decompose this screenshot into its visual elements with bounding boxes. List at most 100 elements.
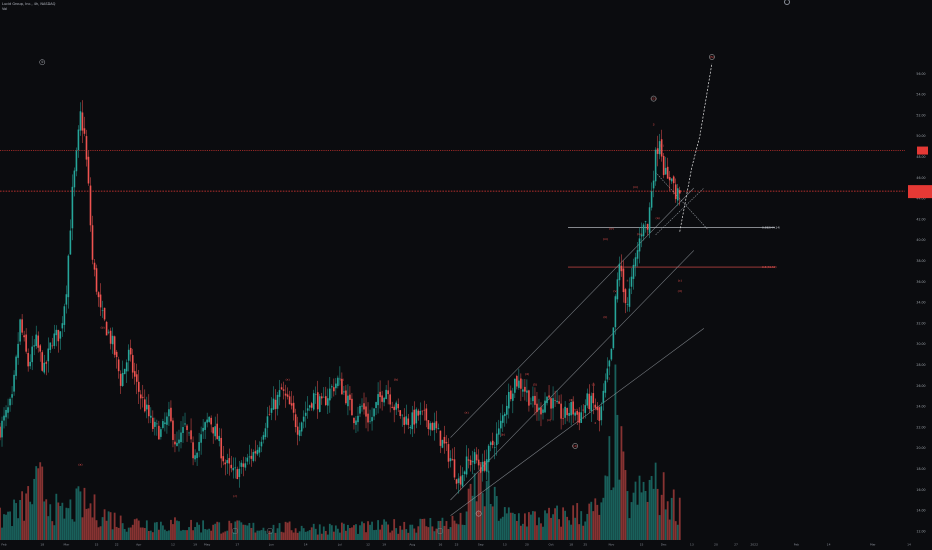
candle-body bbox=[405, 416, 408, 425]
x-tick-label: 12 bbox=[171, 543, 175, 547]
x-tick-label: 15 bbox=[95, 543, 99, 547]
candle-body bbox=[626, 304, 629, 305]
candle-body bbox=[270, 408, 273, 413]
candle-body bbox=[487, 445, 490, 463]
candle-body bbox=[455, 479, 458, 484]
volume-bar bbox=[654, 462, 657, 540]
candle-body bbox=[91, 225, 94, 260]
candle-body bbox=[461, 475, 464, 487]
volume-bar bbox=[254, 532, 257, 540]
volume-bar bbox=[465, 511, 468, 540]
x-tick-label: Apr bbox=[136, 543, 142, 547]
candle-body bbox=[152, 417, 154, 429]
candle-body bbox=[242, 463, 245, 467]
candle-body bbox=[443, 436, 446, 444]
volume-bar bbox=[145, 520, 148, 540]
candle-body bbox=[264, 428, 267, 438]
candle-body bbox=[133, 371, 136, 377]
volume-bar bbox=[542, 526, 544, 540]
candle-body bbox=[101, 310, 104, 311]
volume-bar bbox=[131, 524, 134, 540]
candle-body bbox=[383, 397, 385, 403]
candle-body bbox=[121, 372, 124, 387]
volume-bar bbox=[425, 526, 428, 540]
candle-body bbox=[497, 428, 500, 435]
volume-bar bbox=[513, 513, 516, 540]
candle-body bbox=[266, 416, 269, 428]
candle-body bbox=[644, 221, 647, 222]
volume-bar bbox=[612, 487, 615, 540]
candle-body bbox=[433, 422, 436, 430]
volume-bar bbox=[83, 487, 86, 540]
volume-bar bbox=[471, 495, 474, 540]
wave-label: (x) bbox=[465, 411, 469, 415]
wave-label: (v) bbox=[613, 289, 617, 293]
candle-body bbox=[451, 459, 454, 461]
wave-label: 1 bbox=[608, 376, 610, 380]
volume-bar bbox=[85, 508, 88, 540]
volume-bar bbox=[87, 508, 90, 540]
candle-body bbox=[520, 378, 522, 389]
candle-body bbox=[445, 442, 448, 444]
candle-body bbox=[355, 420, 357, 425]
x-tick-label: 20 bbox=[714, 543, 718, 547]
volume-bar bbox=[451, 515, 454, 540]
volume-bar bbox=[626, 491, 629, 540]
candle-body bbox=[449, 458, 452, 462]
volume-bar bbox=[310, 527, 313, 540]
y-tick-label: 28.00 bbox=[916, 363, 925, 367]
volume-bar bbox=[133, 519, 136, 540]
x-tick-label: Mar bbox=[870, 543, 876, 547]
y-tick-label: 42.00 bbox=[916, 217, 925, 221]
candle-body bbox=[129, 347, 132, 355]
volume-bar bbox=[379, 529, 381, 540]
volume-bar bbox=[330, 525, 333, 540]
volume-bar bbox=[511, 512, 514, 540]
volume-bar bbox=[660, 494, 663, 540]
candle-body bbox=[111, 335, 114, 345]
candle-body bbox=[172, 420, 174, 440]
volume-bar bbox=[427, 527, 430, 540]
candle-body bbox=[564, 406, 566, 418]
volume-bar bbox=[61, 502, 64, 540]
candle-body bbox=[391, 406, 393, 408]
volume-bar bbox=[15, 503, 17, 540]
candle-body bbox=[135, 374, 138, 382]
volume-bar bbox=[519, 525, 522, 540]
volume-bar bbox=[340, 522, 343, 540]
volume-bar bbox=[345, 530, 347, 540]
volume-bar bbox=[632, 492, 635, 540]
candle-body bbox=[107, 331, 110, 333]
volume-bar bbox=[538, 517, 540, 540]
x-tick-label: 27 bbox=[734, 543, 738, 547]
y-tick-label: 12.00 bbox=[916, 529, 925, 533]
volume-bar bbox=[475, 501, 478, 540]
candle-body bbox=[272, 398, 275, 410]
y-tick-label: 22.00 bbox=[916, 425, 925, 429]
y-tick-label: 14.00 bbox=[916, 509, 925, 513]
volume-bar bbox=[238, 520, 241, 540]
candle-body bbox=[331, 386, 333, 388]
volume-bar bbox=[584, 521, 587, 540]
x-tick-label: 2022 bbox=[750, 543, 758, 547]
candle-body bbox=[260, 441, 263, 447]
candle-body bbox=[522, 389, 524, 392]
candle-body bbox=[288, 396, 291, 405]
volume-bar bbox=[624, 470, 627, 540]
candle-body bbox=[93, 262, 96, 270]
candle-body bbox=[274, 399, 277, 410]
volume-bar bbox=[668, 519, 671, 540]
volume-bar bbox=[286, 522, 289, 540]
price-chart[interactable]: 56.0054.0052.0050.0048.0046.0044.0042.00… bbox=[0, 0, 932, 550]
volume-bar bbox=[184, 530, 186, 540]
volume-bar bbox=[403, 521, 406, 540]
volume-bar bbox=[355, 524, 357, 540]
candle-body bbox=[493, 447, 496, 448]
volume-bar bbox=[218, 522, 221, 540]
candle-body bbox=[656, 148, 659, 154]
volume-bar bbox=[405, 529, 408, 540]
candle-body bbox=[302, 416, 305, 422]
volume-bar bbox=[558, 519, 560, 540]
candle-body bbox=[652, 180, 655, 189]
candle-body bbox=[666, 166, 669, 179]
